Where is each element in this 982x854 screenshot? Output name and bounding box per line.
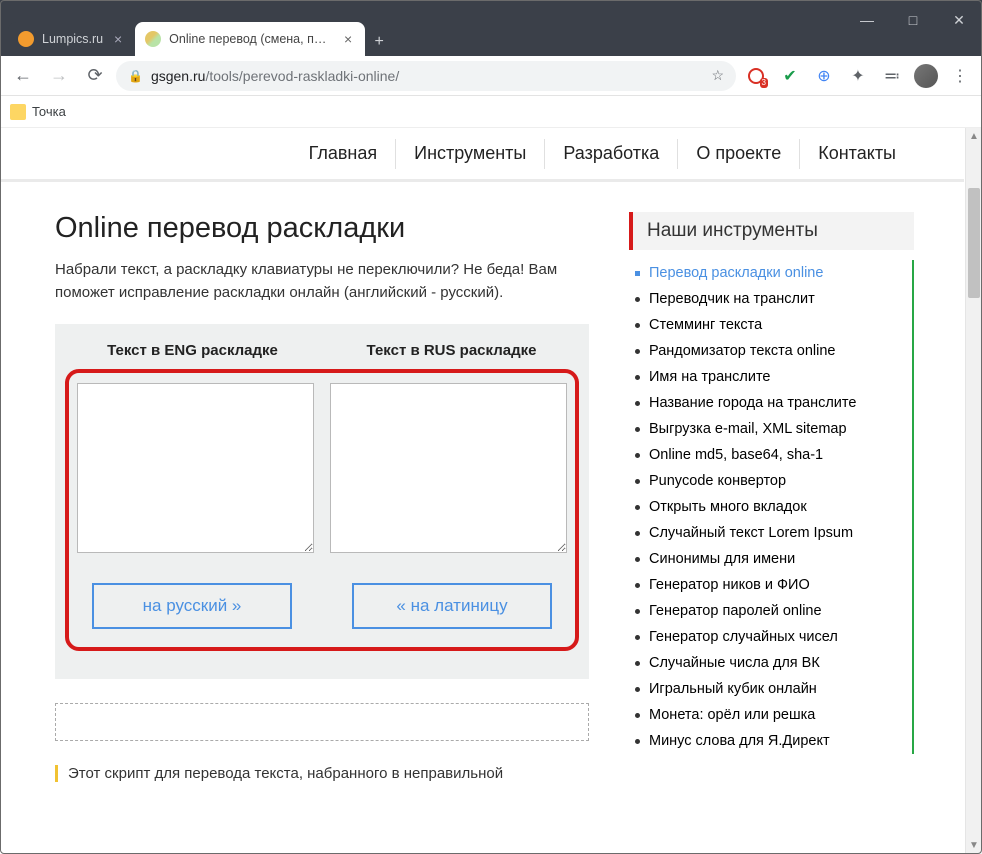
browser-toolbar: ← → ⟳ 🔒 gsgen.ru/tools/perevod-raskladki…	[0, 56, 982, 96]
sidebar-item[interactable]: Игральный кубик онлайн	[629, 676, 912, 702]
favicon-icon	[18, 31, 34, 47]
bookmark-star-icon[interactable]: ☆	[711, 67, 724, 84]
nav-link-main[interactable]: Главная	[291, 139, 396, 169]
browser-tab-strip: Lumpics.ru × Online перевод (смена, пере…	[0, 16, 982, 56]
to-russian-button[interactable]: на русский »	[92, 583, 292, 629]
close-icon[interactable]: ×	[341, 32, 355, 46]
sidebar-item[interactable]: Монета: орёл или решка	[629, 702, 912, 728]
sidebar-item[interactable]: Минус слова для Я.Директ	[629, 728, 912, 754]
eng-column-label: Текст в ENG раскладке	[63, 342, 322, 369]
page-viewport: Главная Инструменты Разработка О проекте…	[0, 128, 964, 854]
new-tab-button[interactable]: +	[365, 28, 393, 56]
page-title: Online перевод раскладки	[55, 212, 589, 245]
sidebar-list: Перевод раскладки onlineПереводчик на тр…	[629, 260, 914, 754]
sidebar-item[interactable]: Генератор ников и ФИО	[629, 572, 912, 598]
sidebar-item[interactable]: Синонимы для имени	[629, 546, 912, 572]
scroll-thumb[interactable]	[968, 188, 980, 298]
extension-globe-icon[interactable]: ⊕	[810, 62, 838, 90]
menu-kebab-icon[interactable]: ⋮	[946, 62, 974, 90]
sidebar-heading: Наши инструменты	[629, 212, 914, 250]
extensions-puzzle-icon[interactable]: ✦	[844, 62, 872, 90]
rus-column-label: Текст в RUS раскладке	[322, 342, 581, 369]
address-bar[interactable]: 🔒 gsgen.ru/tools/perevod-raskladki-onlin…	[116, 61, 736, 91]
tab-title: Lumpics.ru	[42, 32, 103, 46]
extension-icon[interactable]: 3	[742, 62, 770, 90]
scroll-down-icon[interactable]: ▼	[966, 837, 982, 854]
forward-button[interactable]: →	[44, 61, 74, 91]
sidebar-item[interactable]: Генератор случайных чисел	[629, 624, 912, 650]
nav-link-tools[interactable]: Инструменты	[395, 139, 544, 169]
reload-button[interactable]: ⟳	[80, 61, 110, 91]
vertical-scrollbar[interactable]: ▲ ▼	[965, 128, 982, 854]
lock-icon: 🔒	[128, 69, 143, 83]
browser-tab-active[interactable]: Online перевод (смена, перекл ×	[135, 22, 365, 56]
sidebar-item[interactable]: Имя на транслите	[629, 364, 912, 390]
sidebar-item[interactable]: Punycode конвертор	[629, 468, 912, 494]
eng-textarea[interactable]	[77, 383, 314, 553]
sidebar-item[interactable]: Online md5, base64, sha-1	[629, 442, 912, 468]
reading-list-icon[interactable]: ≕	[878, 62, 906, 90]
sidebar-item[interactable]: Перевод раскладки online	[629, 260, 912, 286]
footer-text: Этот скрипт для перевода текста, набранн…	[55, 765, 589, 782]
folder-icon	[10, 104, 26, 120]
to-latin-button[interactable]: « на латиницу	[352, 583, 552, 629]
sidebar-item[interactable]: Выгрузка e-mail, XML sitemap	[629, 416, 912, 442]
close-icon[interactable]: ×	[111, 32, 125, 46]
highlight-frame: на русский » « на латиницу	[65, 369, 579, 651]
lead-text: Набрали текст, а раскладку клавиатуры не…	[55, 259, 589, 304]
rus-textarea[interactable]	[330, 383, 567, 553]
profile-avatar[interactable]	[912, 62, 940, 90]
tool-panel: Текст в ENG раскладке Текст в RUS раскла…	[55, 324, 589, 679]
sidebar-item[interactable]: Открыть много вкладок	[629, 494, 912, 520]
maximize-button[interactable]: □	[890, 0, 936, 40]
scroll-up-icon[interactable]: ▲	[966, 128, 982, 145]
back-button[interactable]: ←	[8, 61, 38, 91]
browser-tab[interactable]: Lumpics.ru ×	[8, 22, 135, 56]
sidebar-item[interactable]: Стемминг текста	[629, 312, 912, 338]
close-window-button[interactable]: ✕	[936, 0, 982, 40]
extension-check-icon[interactable]: ✔	[776, 62, 804, 90]
favicon-icon	[145, 31, 161, 47]
sidebar-item[interactable]: Переводчик на транслит	[629, 286, 912, 312]
sidebar-item[interactable]: Название города на транслите	[629, 390, 912, 416]
sidebar-item[interactable]: Генератор паролей online	[629, 598, 912, 624]
nav-link-about[interactable]: О проекте	[677, 139, 799, 169]
sidebar-item[interactable]: Рандомизатор текста online	[629, 338, 912, 364]
nav-link-contacts[interactable]: Контакты	[799, 139, 914, 169]
url-text: gsgen.ru/tools/perevod-raskladki-online/	[151, 68, 703, 84]
bookmark-item[interactable]: Точка	[32, 104, 66, 119]
bookmarks-bar: Точка	[0, 96, 982, 128]
tab-title: Online перевод (смена, перекл	[169, 32, 333, 46]
site-nav: Главная Инструменты Разработка О проекте…	[0, 128, 964, 182]
sidebar-item[interactable]: Случайные числа для ВК	[629, 650, 912, 676]
sidebar-item[interactable]: Случайный текст Lorem Ipsum	[629, 520, 912, 546]
ad-placeholder	[55, 703, 589, 741]
nav-link-dev[interactable]: Разработка	[544, 139, 677, 169]
minimize-button[interactable]: ―	[844, 0, 890, 40]
